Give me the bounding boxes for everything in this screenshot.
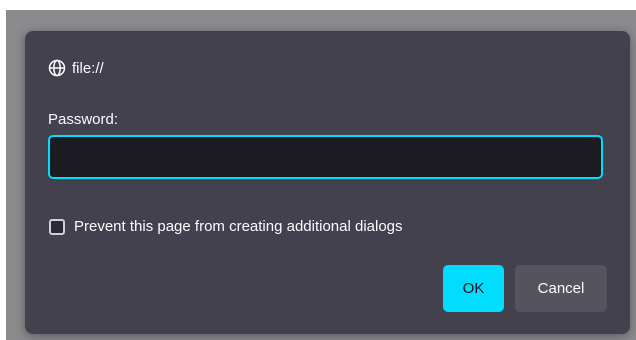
password-prompt-dialog: file:// Password: Prevent this page from…: [25, 31, 630, 334]
globe-icon: [48, 59, 66, 77]
origin-text: file://: [72, 59, 104, 77]
password-input[interactable]: [48, 135, 603, 179]
ok-button[interactable]: OK: [443, 265, 504, 312]
password-label: Password:: [48, 111, 119, 128]
prevent-dialogs-label: Prevent this page from creating addition…: [74, 218, 403, 235]
dialog-origin: file://: [48, 59, 104, 77]
prevent-dialogs-option[interactable]: Prevent this page from creating addition…: [49, 218, 403, 235]
prevent-dialogs-checkbox[interactable]: [49, 218, 65, 235]
cancel-button[interactable]: Cancel: [515, 265, 607, 312]
